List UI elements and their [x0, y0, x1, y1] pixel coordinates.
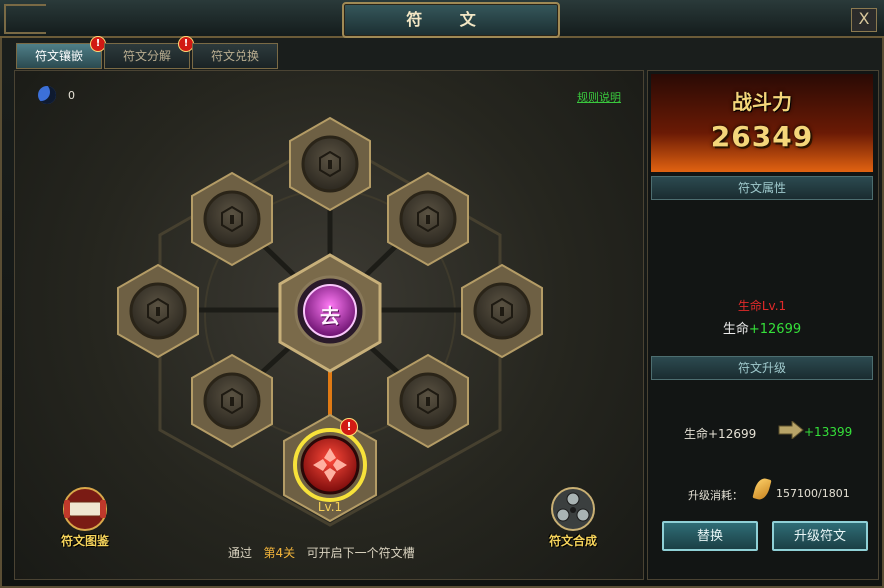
- stat-label: 生命: [722, 322, 749, 337]
- unlock-hint: 通过 第4关 可开启下一个符文槽: [228, 544, 415, 561]
- locked-slot-upper-right[interactable]: [387, 171, 469, 267]
- upgrade-current-stat: 生命+12699: [684, 427, 757, 441]
- rune-upgrade-header: 符文升级: [651, 356, 873, 380]
- hint-prefix: 通过: [228, 546, 253, 560]
- rune-attributes-header: 符文属性: [651, 176, 873, 200]
- scroll-icon: [63, 487, 107, 531]
- locked-slot-left[interactable]: [117, 263, 199, 359]
- hint-suffix: 可开启下一个符文槽: [306, 546, 415, 560]
- equipped-rune-level: Lv.1: [317, 500, 343, 514]
- locked-slot-right[interactable]: [461, 263, 543, 359]
- upgrade-rune-button[interactable]: 升级符文: [772, 521, 868, 551]
- rune-combine-label: 符文合成: [548, 534, 597, 548]
- locked-slot-upper-left[interactable]: [191, 171, 273, 267]
- arrow-right-icon: [778, 421, 804, 439]
- locked-slot-lower-right[interactable]: [387, 353, 469, 449]
- upgrade-cost-label: 升级消耗：: [688, 489, 743, 502]
- center-rune-glyph: 去: [320, 304, 340, 328]
- rune-codex-button[interactable]: 符文图鉴: [50, 484, 120, 548]
- rune-stat: 生命+12699: [651, 318, 873, 337]
- equipped-alert-badge: !: [340, 418, 358, 436]
- locked-slot-lower-left[interactable]: [191, 353, 273, 449]
- stat-value: +12699: [748, 322, 802, 337]
- combat-power-value: 26349: [710, 120, 814, 153]
- combat-power-label: 战斗力: [732, 90, 792, 114]
- upgrade-next-stat: +13399: [804, 425, 853, 439]
- rune-combine-button[interactable]: 符文合成: [538, 484, 608, 548]
- rune-codex-label: 符文图鉴: [60, 534, 109, 548]
- upgrade-cost-value: 157100/1801: [776, 487, 850, 500]
- combine-icon: [551, 487, 595, 531]
- combat-power-banner: 战斗力 26349: [651, 74, 873, 172]
- hint-stage: 第4关: [263, 546, 296, 560]
- replace-button[interactable]: 替换: [662, 521, 758, 551]
- locked-slot-top[interactable]: [289, 116, 371, 212]
- rune-name: 生命Lv.1: [737, 299, 787, 313]
